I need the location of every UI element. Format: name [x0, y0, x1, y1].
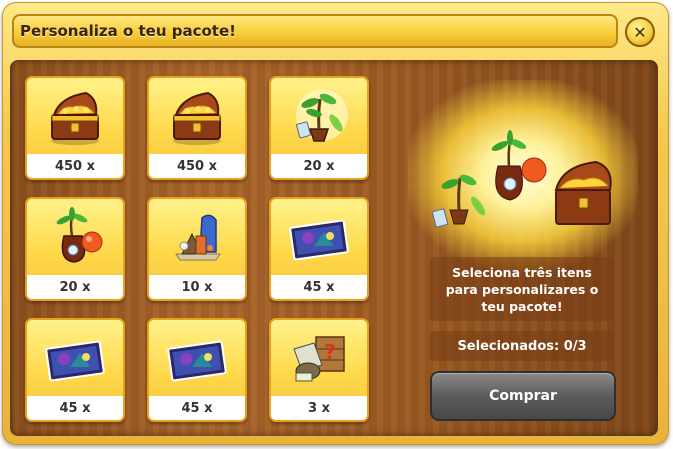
- building-decoration-icon: [149, 199, 245, 275]
- treasure-chest-icon: [149, 78, 245, 154]
- puzzle-picture-icon: [149, 320, 245, 396]
- mystery-crate-icon: ?: [271, 320, 367, 396]
- item-quantity: 45 x: [149, 396, 245, 420]
- item-tile-potion-bag[interactable]: 20 x: [25, 197, 125, 301]
- item-quantity: 450 x: [149, 154, 245, 178]
- description-text: Seleciona três itens para personalizares…: [445, 264, 599, 314]
- item-quantity: 45 x: [271, 275, 367, 299]
- item-quantity: 10 x: [149, 275, 245, 299]
- potion-bag-icon: [27, 199, 123, 275]
- close-icon: ✕: [633, 22, 647, 42]
- title-bar: Personaliza o teu pacote!: [12, 14, 618, 48]
- item-quantity: 20 x: [27, 275, 123, 299]
- svg-text:?: ?: [324, 340, 336, 364]
- item-tile-mystery-crate[interactable]: ? 3 x: [269, 318, 369, 422]
- item-tile-gold-chest-1[interactable]: 450 x: [25, 76, 125, 180]
- treasure-chest-icon: [27, 78, 123, 154]
- puzzle-picture-icon: [27, 320, 123, 396]
- item-quantity: 3 x: [271, 396, 367, 420]
- description-box: Seleciona três itens para personalizares…: [430, 257, 614, 321]
- item-tile-puzzle-3[interactable]: 45 x: [147, 318, 247, 422]
- close-button[interactable]: ✕: [625, 17, 655, 47]
- item-tile-decoration[interactable]: 10 x: [147, 197, 247, 301]
- buy-button[interactable]: Comprar: [430, 371, 616, 421]
- pack-preview-icon: [431, 130, 612, 228]
- puzzle-picture-icon: [271, 199, 367, 275]
- dialog-title: Personaliza o teu pacote!: [20, 22, 236, 40]
- selected-counter: Selecionados: 0/3: [430, 331, 614, 361]
- item-quantity: 450 x: [27, 154, 123, 178]
- item-tile-plant[interactable]: 20 x: [269, 76, 369, 180]
- item-tile-puzzle-2[interactable]: 45 x: [25, 318, 125, 422]
- item-quantity: 20 x: [271, 154, 367, 178]
- buy-button-label: Comprar: [489, 388, 557, 404]
- item-tile-puzzle-1[interactable]: 45 x: [269, 197, 369, 301]
- item-quantity: 45 x: [27, 396, 123, 420]
- plant-sapling-icon: [271, 78, 367, 154]
- item-tile-gold-chest-2[interactable]: 450 x: [147, 76, 247, 180]
